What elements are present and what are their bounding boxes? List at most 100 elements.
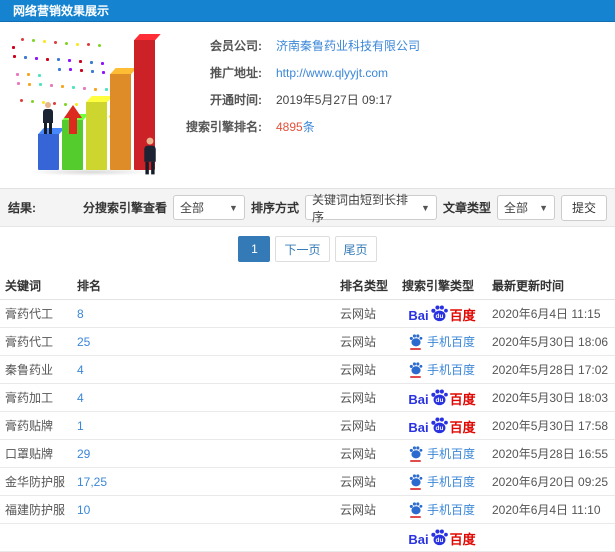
engine-view-select[interactable]: 全部 ▼	[172, 195, 245, 220]
mobile-baidu-logo: 手机百度	[409, 333, 475, 350]
table-row: 膏药贴牌 1 云网站 Bai du 百度 2020年5月30日 17:58	[0, 412, 615, 440]
rank-cell: 1	[72, 419, 335, 433]
rank-link[interactable]: 17,25	[77, 475, 107, 489]
sort-selected: 关键词由短到长排序	[311, 192, 408, 224]
svg-text:du: du	[435, 537, 443, 544]
pagination: 1 下一页 尾页	[0, 227, 615, 271]
engine-cell: 手机百度	[397, 445, 487, 462]
baidu-paw-icon: du	[430, 389, 448, 406]
table-row: Bai du 百度	[0, 524, 615, 552]
rank-cell: 17,25	[72, 475, 335, 489]
engine-rank-label: 搜索引擎排名:	[186, 120, 262, 134]
table-row: 秦鲁药业 4 云网站 手机百度 2020年5月28日 17:02	[0, 356, 615, 384]
baidu-paw-icon	[409, 333, 423, 346]
header-keyword: 关键词	[5, 278, 42, 293]
rank-type-cell: 云网站	[340, 335, 377, 349]
rank-cell: 4	[72, 391, 335, 405]
table-row: 口罩贴牌 29 云网站 手机百度 2020年5月28日 16:55	[0, 440, 615, 468]
engine-cell: Bai du 百度	[397, 417, 487, 434]
updated-cell: 2020年5月28日 16:55	[492, 447, 609, 461]
rank-cell: 4	[72, 363, 335, 377]
businessman-figure-right	[143, 137, 157, 175]
baidu-logo: Bai du 百度	[408, 417, 476, 434]
table-row: 膏药代工 25 云网站 手机百度 2020年5月30日 18:06	[0, 328, 615, 356]
baidu-logo: Bai du 百度	[408, 389, 476, 406]
rank-type-cell: 云网站	[340, 447, 377, 461]
table-row: 金华防护服 17,25 云网站 手机百度 2020年6月20日 09:25	[0, 468, 615, 496]
header-engine-type: 搜索引擎类型	[402, 278, 475, 293]
engine-cell: Bai du 百度	[397, 529, 487, 546]
bar-orange	[110, 74, 131, 170]
result-label: 结果:	[8, 201, 36, 215]
rank-link[interactable]: 4	[77, 363, 84, 377]
updated-cell: 2020年5月30日 18:03	[492, 391, 609, 405]
article-type-selected: 全部	[503, 201, 528, 215]
last-page-button[interactable]: 尾页	[334, 236, 377, 262]
baidu-paw-icon: du	[430, 529, 448, 546]
engine-view-selected: 全部	[179, 201, 204, 215]
table-row: 膏药代工 8 云网站 Bai du 百度 2020年6月4日 11:15	[0, 300, 615, 328]
page-1-button[interactable]: 1	[238, 236, 271, 262]
mobile-baidu-logo: 手机百度	[409, 361, 475, 378]
open-time-value: 2019年5月27日 09:17	[276, 93, 393, 107]
rank-count: 4895	[276, 120, 303, 134]
mobile-baidu-underline	[410, 459, 422, 462]
mobile-baidu-logo: 手机百度	[409, 501, 475, 518]
keyword-cell: 金华防护服	[5, 475, 66, 489]
rank-cell: 10	[72, 503, 335, 517]
open-time-row: 开通时间: 2019年5月27日 09:17	[170, 86, 610, 113]
promo-url-link[interactable]: http://www.qlyyjt.com	[276, 66, 388, 80]
rank-link[interactable]: 4	[77, 391, 84, 405]
rank-type-cell: 云网站	[340, 307, 377, 321]
rank-type-cell: 云网站	[340, 475, 377, 489]
results-table: 关键词 排名 排名类型 搜索引擎类型 最新更新时间 膏药代工 8 云网站 Bai du 百…	[0, 271, 615, 552]
window-title-bar: 网络营销效果展示	[0, 0, 615, 22]
sort-label: 排序方式	[250, 201, 299, 215]
updated-cell: 2020年5月28日 17:02	[492, 363, 609, 377]
rank-cell: 8	[72, 307, 335, 321]
header-rank: 排名	[77, 278, 102, 293]
chevron-down-icon: ▼	[539, 202, 548, 213]
next-page-button[interactable]: 下一页	[275, 236, 330, 262]
keyword-cell: 膏药代工	[5, 307, 54, 321]
submit-button[interactable]: 提交	[560, 194, 607, 221]
rank-link[interactable]: 8	[77, 307, 84, 321]
rank-link[interactable]: 10	[77, 503, 90, 517]
company-label: 会员公司:	[210, 39, 262, 53]
bar-blue	[38, 134, 59, 170]
engine-rank-value: 4895条	[276, 118, 315, 135]
rank-link[interactable]: 25	[77, 335, 90, 349]
rank-type-cell: 云网站	[340, 391, 377, 405]
company-row: 会员公司: 济南秦鲁药业科技有限公司	[170, 32, 610, 59]
table-header-row: 关键词 排名 排名类型 搜索引擎类型 最新更新时间	[0, 271, 615, 300]
baidu-logo: Bai du 百度	[408, 529, 476, 546]
chevron-down-icon: ▼	[229, 202, 238, 213]
mobile-baidu-underline	[410, 515, 422, 518]
page-title: 网络营销效果展示	[13, 4, 110, 18]
company-link[interactable]: 济南秦鲁药业科技有限公司	[276, 37, 420, 54]
bar-yellow	[86, 102, 107, 170]
rank-link[interactable]: 29	[77, 447, 90, 461]
baidu-paw-icon: du	[430, 305, 448, 322]
header-rank-type: 排名类型	[340, 278, 389, 293]
baidu-logo: Bai du 百度	[408, 305, 476, 322]
svg-text:du: du	[435, 425, 443, 432]
rank-unit[interactable]: 条	[303, 120, 315, 134]
engine-cell: 手机百度	[397, 501, 487, 518]
rank-link[interactable]: 1	[77, 419, 84, 433]
engine-view-label: 分搜索引擎查看	[82, 201, 167, 215]
engine-cell: Bai du 百度	[397, 305, 487, 322]
chevron-down-icon: ▼	[421, 202, 430, 213]
baidu-paw-icon	[409, 473, 423, 486]
sort-select[interactable]: 关键词由短到长排序 ▼	[304, 193, 437, 224]
updated-cell: 2020年5月30日 18:06	[492, 335, 609, 349]
keyword-cell: 福建防护服	[5, 503, 66, 517]
article-type-select[interactable]: 全部 ▼	[496, 195, 555, 220]
mobile-baidu-logo: 手机百度	[409, 473, 475, 490]
svg-text:du: du	[435, 313, 443, 320]
open-time-label: 开通时间:	[210, 93, 262, 107]
updated-cell: 2020年5月30日 17:58	[492, 419, 609, 433]
chart-bars	[38, 40, 155, 170]
article-type-label: 文章类型	[442, 201, 491, 215]
rank-type-cell: 云网站	[340, 503, 377, 517]
